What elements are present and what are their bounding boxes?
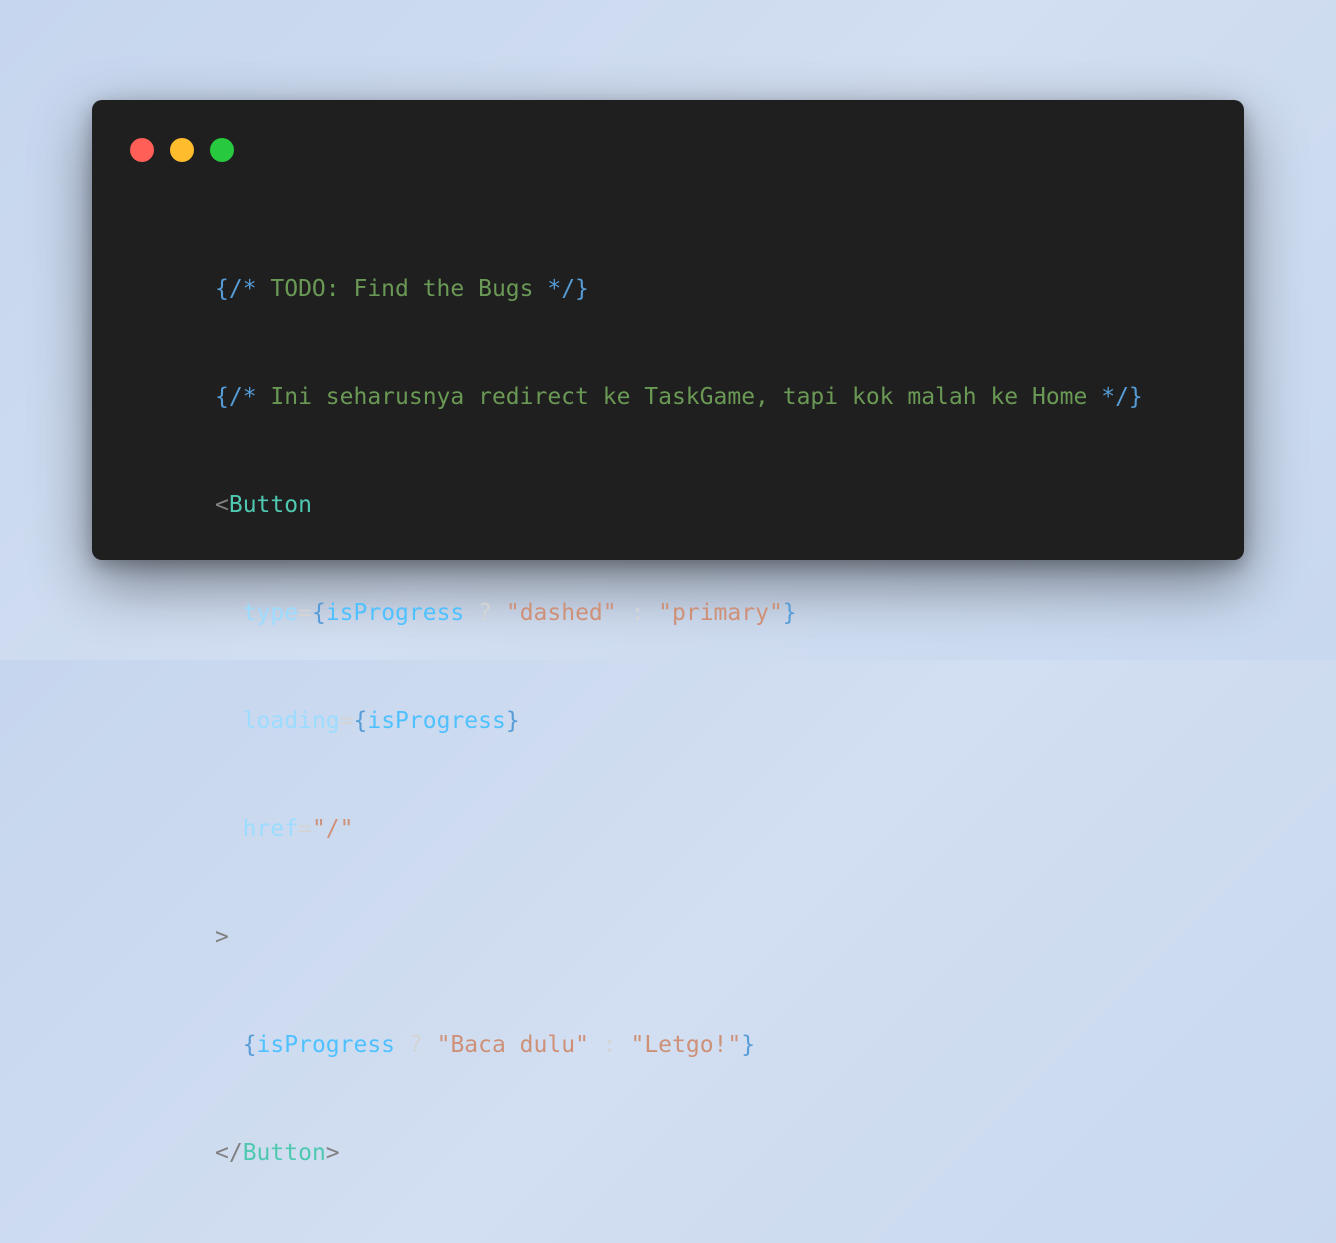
expr-close: } xyxy=(505,708,520,734)
string-literal: "dashed" xyxy=(505,600,617,626)
ternary-q: ? xyxy=(395,1032,437,1058)
string-literal: "Baca dulu" xyxy=(436,1032,589,1058)
equals: = xyxy=(339,708,354,734)
code-line-1: {/* TODO: Find the Bugs */} xyxy=(215,271,1143,307)
string-literal: "primary" xyxy=(658,600,783,626)
code-block: {/* TODO: Find the Bugs */} {/* Ini seha… xyxy=(215,199,1143,1243)
comment-open: {/* xyxy=(215,384,257,410)
string-literal: "/" xyxy=(311,816,354,842)
expr-open: { xyxy=(242,1032,257,1058)
equals: = xyxy=(298,816,312,842)
attr-name: type xyxy=(242,600,299,626)
code-line-2: {/* Ini seharusnya redirect ke TaskGame,… xyxy=(215,379,1143,415)
close-button[interactable] xyxy=(130,138,154,162)
tag-close-bracket: > xyxy=(215,924,229,950)
expr-open: { xyxy=(311,600,326,626)
comment-text: Ini seharusnya redirect ke TaskGame, tap… xyxy=(256,384,1102,410)
tag-name: Button xyxy=(242,1140,326,1166)
code-line-4: type={isProgress ? "dashed" : "primary"} xyxy=(215,595,1143,631)
code-line-7: > xyxy=(215,919,1143,955)
minimize-button[interactable] xyxy=(170,138,194,162)
code-line-3: <Button xyxy=(215,487,1143,523)
code-line-6: href="/" xyxy=(215,811,1143,847)
maximize-button[interactable] xyxy=(210,138,234,162)
expr-close: } xyxy=(741,1032,756,1058)
comment-open: {/* xyxy=(215,276,257,302)
attr-name: loading xyxy=(242,708,340,734)
closing-tag-open: </ xyxy=(215,1140,243,1166)
expr-close: } xyxy=(782,600,797,626)
ternary-colon: : xyxy=(616,600,659,626)
expr-open: { xyxy=(353,708,368,734)
code-line-5: loading={isProgress} xyxy=(215,703,1143,739)
comment-close: */} xyxy=(1101,384,1143,410)
variable: isProgress xyxy=(325,600,465,626)
ternary-q: ? xyxy=(464,600,506,626)
comment-text: TODO: Find the Bugs xyxy=(256,276,548,302)
equals: = xyxy=(298,600,312,626)
code-line-8: {isProgress ? "Baca dulu" : "Letgo!"} xyxy=(215,1027,1143,1063)
ternary-colon: : xyxy=(588,1032,631,1058)
variable: isProgress xyxy=(367,708,506,734)
attr-name: href xyxy=(242,816,299,842)
tag-name: Button xyxy=(228,492,312,518)
code-line-9: </Button> xyxy=(215,1135,1143,1171)
comment-close: */} xyxy=(547,276,589,302)
string-literal: "Letgo!" xyxy=(630,1032,742,1058)
code-window: {/* TODO: Find the Bugs */} {/* Ini seha… xyxy=(92,100,1244,1166)
variable: isProgress xyxy=(256,1032,396,1058)
tag-close-bracket: > xyxy=(325,1140,340,1166)
tag-open-bracket: < xyxy=(215,492,229,518)
